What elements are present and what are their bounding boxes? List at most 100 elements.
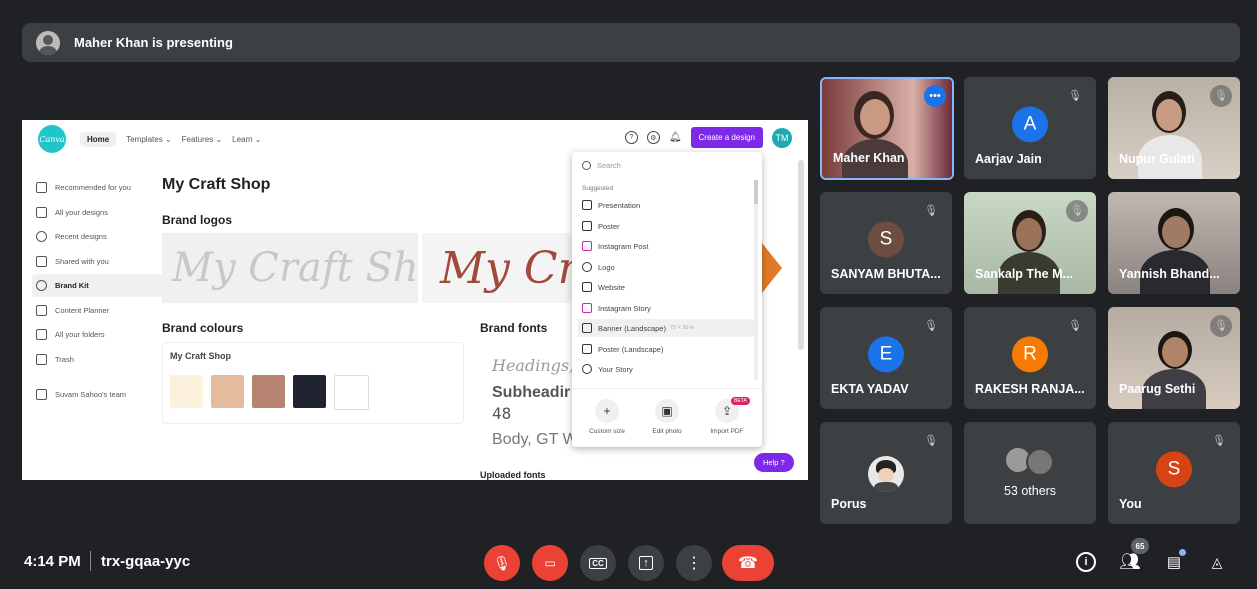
- chat-icon: ▤: [1166, 554, 1182, 571]
- participant-name: You: [1119, 497, 1142, 511]
- more-options-icon[interactable]: •••: [924, 85, 946, 107]
- leave-call-button[interactable]: ☎︎: [722, 545, 774, 581]
- logo-tile-1[interactable]: My Craft Shop: [162, 233, 418, 303]
- dropdown-item-banner[interactable]: Banner (Landscape) 72 × 30 in: [578, 319, 754, 337]
- participant-name: Sankalp The M...: [975, 267, 1073, 281]
- sidebar-item-trash[interactable]: Trash: [32, 348, 172, 371]
- trash-icon: [36, 353, 47, 365]
- participant-tile[interactable]: Yannish Bhand...: [1108, 192, 1240, 294]
- participant-tile[interactable]: 53 others: [964, 422, 1096, 524]
- mic-off-icon: 🎙︎: [1210, 315, 1232, 337]
- grid-icon: [36, 206, 47, 218]
- dropdown-search-input[interactable]: Search: [578, 156, 756, 174]
- logo-tile-2[interactable]: My Craf: [422, 233, 582, 303]
- camera-toggle-button[interactable]: ▭: [532, 545, 568, 581]
- folder-icon: [36, 329, 47, 340]
- sidebar-item-team[interactable]: Suvam Sahoo's team: [32, 383, 172, 406]
- sidebar-item-folders[interactable]: All your folders: [32, 323, 172, 346]
- captions-icon: CC: [589, 557, 607, 569]
- hang-up-icon: ☎︎: [738, 555, 758, 572]
- font-subheading-size: 48: [492, 404, 512, 423]
- camera-off-icon: ▭: [544, 556, 556, 570]
- participant-tile[interactable]: 🎙︎ Paarug Sethi: [1108, 307, 1240, 409]
- team-icon: [36, 388, 47, 400]
- settings-icon[interactable]: ⚙: [646, 131, 660, 144]
- participant-name: EKTA YADAV: [831, 382, 909, 396]
- mic-off-icon: 🎙︎: [1210, 85, 1232, 107]
- nav-learn[interactable]: Learn ⌄: [232, 135, 261, 144]
- participant-avatar: R: [1012, 336, 1048, 373]
- brand-colours-heading: Brand colours: [162, 321, 244, 335]
- participant-tile[interactable]: 🎙︎ E EKTA YADAV: [820, 307, 952, 409]
- participant-tile[interactable]: 🎙︎ Nupur Gulati: [1108, 77, 1240, 179]
- instagram-icon: [582, 241, 592, 251]
- sidebar-item-all-designs[interactable]: All your designs: [32, 201, 172, 224]
- help-button[interactable]: Help ?: [754, 453, 794, 472]
- participant-tile[interactable]: 🎙︎ A Aarjav Jain: [964, 77, 1096, 179]
- participant-tile[interactable]: 🎙︎ R RAKESH RANJA...: [964, 307, 1096, 409]
- dropdown-item-poster-landscape[interactable]: Poster (Landscape): [578, 340, 754, 358]
- mic-toggle-button[interactable]: 🎙︎: [484, 545, 520, 581]
- dropdown-item-instagram-post[interactable]: Instagram Post: [578, 237, 754, 255]
- sidebar-item-content-planner[interactable]: Content Planner: [32, 299, 172, 322]
- colour-swatch[interactable]: [252, 375, 285, 408]
- mic-off-icon: 🎙︎: [1068, 320, 1082, 332]
- mic-off-icon: 🎙︎: [493, 554, 511, 571]
- dropdown-item-instagram-story[interactable]: Instagram Story: [578, 299, 754, 317]
- brand-icon: [36, 280, 47, 291]
- calendar-icon: [36, 304, 47, 316]
- nav-features[interactable]: Features ⌄: [182, 135, 223, 144]
- font-subheading-sample: Subheadir: [492, 384, 571, 401]
- edit-photo-icon: ▣: [655, 399, 679, 423]
- colour-swatch[interactable]: [334, 375, 369, 410]
- dropdown-item-poster[interactable]: Poster: [578, 217, 754, 235]
- beta-badge: BETA: [731, 397, 750, 405]
- mic-off-icon: 🎙︎: [924, 435, 938, 447]
- create-design-button[interactable]: Create a design: [690, 127, 763, 148]
- participant-tile[interactable]: 🎙︎ S SANYAM BHUTA...: [820, 192, 952, 294]
- participant-tile[interactable]: 🎙︎ S You: [1108, 422, 1240, 524]
- custom-size-button[interactable]: + Custom size: [582, 399, 632, 435]
- create-design-dropdown: Search Suggested Presentation Poster Ins…: [572, 152, 762, 447]
- brand-fonts-heading: Brand fonts: [480, 321, 548, 335]
- present-button[interactable]: ↑: [628, 545, 664, 581]
- participant-tile[interactable]: ••• Maher Khan: [820, 77, 954, 180]
- dropdown-item-your-story[interactable]: Your Story: [578, 360, 754, 378]
- participant-tile[interactable]: 🎙︎ Porus: [820, 422, 952, 524]
- clock: 4:14 PM: [24, 553, 81, 570]
- sidebar-item-recommended[interactable]: Recommended for you: [32, 176, 172, 199]
- presenting-text: Maher Khan is presenting: [74, 35, 233, 50]
- dropdown-item-presentation[interactable]: Presentation: [578, 196, 754, 214]
- participant-tile[interactable]: 🎙︎ Sankalp The M...: [964, 192, 1096, 294]
- dropdown-item-logo[interactable]: Logo: [578, 258, 754, 276]
- more-options-button[interactable]: ⋮: [676, 545, 712, 581]
- sidebar-item-recent[interactable]: Recent designs: [32, 225, 172, 248]
- people-icon: 👥︎: [1119, 552, 1141, 571]
- colour-swatch[interactable]: [170, 375, 203, 408]
- page-scrollbar[interactable]: [798, 160, 804, 350]
- user-avatar[interactable]: TM: [772, 127, 792, 148]
- others-count: 53 others: [1003, 484, 1057, 498]
- captions-button[interactable]: CC: [580, 545, 616, 581]
- sidebar-item-shared[interactable]: Shared with you: [32, 250, 172, 273]
- meeting-details-button[interactable]: i: [1073, 549, 1099, 575]
- story-icon: [582, 364, 592, 374]
- colour-swatch[interactable]: [211, 375, 244, 408]
- bell-icon[interactable]: 🔔︎: [669, 132, 682, 143]
- meeting-code[interactable]: trx-gqaa-yyc: [101, 553, 190, 570]
- uploaded-fonts-heading: Uploaded fonts: [480, 470, 546, 480]
- more-vert-icon: ⋮: [686, 555, 702, 572]
- nav-home[interactable]: Home: [80, 131, 117, 147]
- colour-swatch[interactable]: [293, 375, 326, 408]
- edit-photo-button[interactable]: ▣ Edit photo: [642, 399, 692, 435]
- participant-name: SANYAM BHUTA...: [831, 267, 941, 281]
- mic-off-icon: 🎙︎: [1066, 200, 1088, 222]
- help-circle-icon[interactable]: ?: [624, 131, 638, 144]
- presenting-banner: Maher Khan is presenting: [22, 23, 1240, 62]
- dropdown-item-website[interactable]: Website: [578, 278, 754, 296]
- activities-button[interactable]: ◬: [1204, 549, 1230, 575]
- brand-logos-heading: Brand logos: [162, 213, 233, 227]
- nav-templates[interactable]: Templates ⌄: [126, 135, 171, 144]
- sidebar-item-brand-kit[interactable]: Brand Kit: [32, 274, 172, 297]
- dropdown-scrollbar[interactable]: [754, 180, 758, 380]
